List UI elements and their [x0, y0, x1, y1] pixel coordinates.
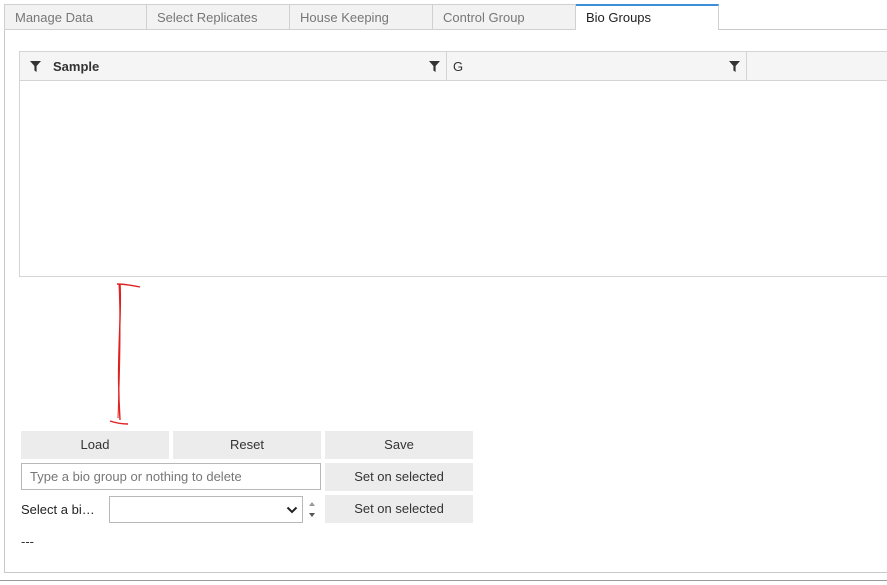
tab-bar: Manage Data Select Replicates House Keep…: [4, 4, 887, 30]
set-on-selected-button[interactable]: Set on selected: [325, 463, 473, 491]
tab-manage-data[interactable]: Manage Data: [4, 4, 147, 30]
bottom-divider: [0, 580, 887, 581]
red-annotation-arrow: [109, 283, 141, 425]
bio-group-input[interactable]: [21, 463, 321, 490]
column-label-g: G: [453, 58, 464, 74]
column-label-sample: Sample: [53, 58, 100, 74]
tab-bio-groups[interactable]: Bio Groups: [576, 4, 719, 30]
funnel-icon[interactable]: [429, 61, 440, 72]
column-header-g[interactable]: G: [447, 52, 747, 80]
status-text: ---: [21, 534, 34, 549]
spinner-arrows-icon[interactable]: [306, 497, 318, 522]
grid-header: Sample G: [20, 52, 887, 81]
bio-group-select[interactable]: [109, 496, 303, 523]
funnel-icon[interactable]: [729, 61, 740, 72]
data-grid: Sample G: [19, 51, 887, 277]
chevron-down-icon: [286, 504, 298, 519]
save-button[interactable]: Save: [325, 431, 473, 459]
tab-select-replicates[interactable]: Select Replicates: [147, 4, 290, 30]
set-on-selected-button[interactable]: Set on selected: [325, 495, 473, 523]
grid-body: [20, 81, 887, 277]
column-header-sample[interactable]: Sample: [20, 52, 447, 80]
tab-bar-rule: [719, 4, 887, 30]
reset-button[interactable]: Reset: [173, 431, 321, 459]
funnel-icon[interactable]: [30, 60, 41, 72]
tab-house-keeping[interactable]: House Keeping: [290, 4, 433, 30]
tab-control-group[interactable]: Control Group: [433, 4, 576, 30]
load-button[interactable]: Load: [21, 431, 169, 459]
select-bio-group-label: Select a bi…: [21, 502, 95, 517]
